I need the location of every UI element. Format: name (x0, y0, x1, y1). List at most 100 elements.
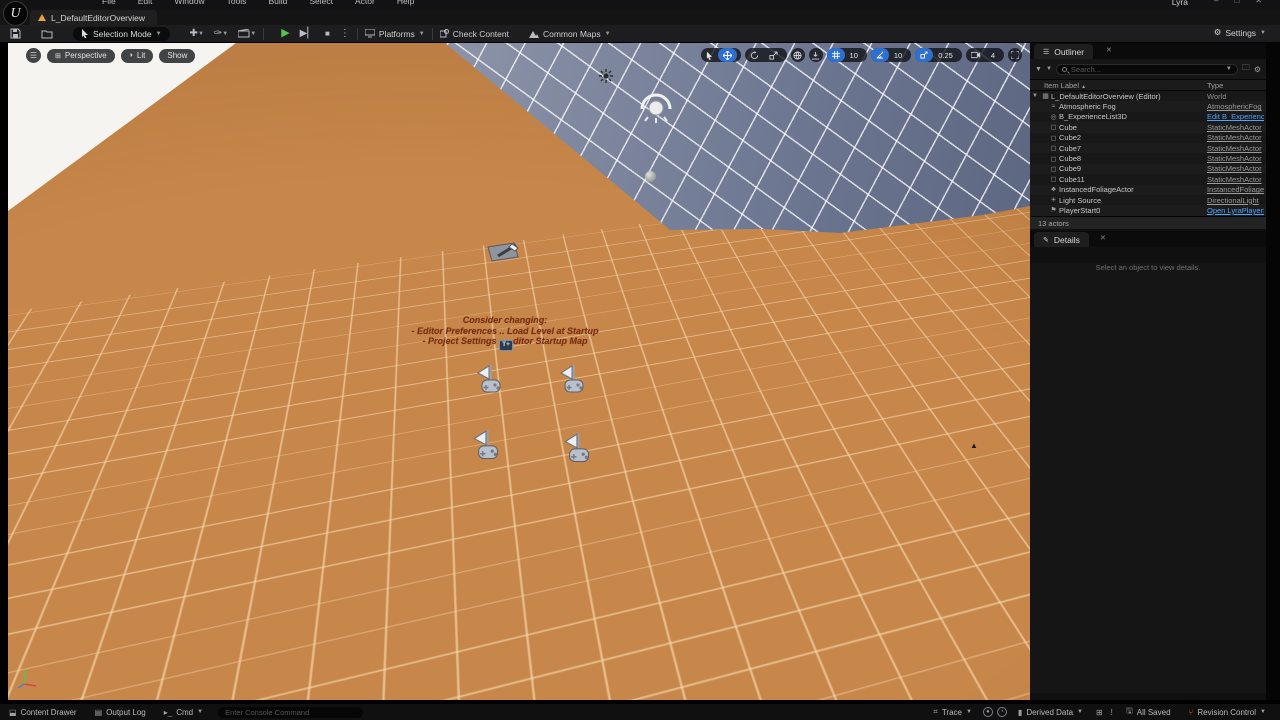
actor-type-link[interactable]: StaticMeshActor (1207, 144, 1264, 153)
actor-type-link[interactable]: InstancedFoliageActor (1207, 185, 1264, 194)
save-icon[interactable] (10, 28, 21, 39)
fps-indicator-icon[interactable]: ◔ (997, 707, 1007, 717)
blueprints-icon[interactable]: ✑▼ (214, 29, 228, 39)
outliner-row[interactable]: ◻Cube9StaticMeshActor (1030, 164, 1266, 174)
expander-icon[interactable]: ▼ (1030, 93, 1040, 99)
close-button[interactable]: ✕ (1255, 0, 1262, 5)
multiplayer-options-button[interactable]: ⋮ (340, 29, 350, 39)
sphere-reflection-capture-icon[interactable] (645, 171, 656, 182)
tab-details[interactable]: ✎ Details (1034, 232, 1089, 247)
camera-speed-icon[interactable] (966, 48, 986, 62)
outliner-search-input[interactable]: Search... ▼ (1056, 64, 1238, 75)
menu-item-edit[interactable]: Edit (138, 0, 153, 6)
cinematics-icon[interactable]: ▼ (238, 29, 256, 38)
add-actor-icon[interactable]: ✚▼ (190, 29, 204, 39)
common-maps-dropdown[interactable]: Common Maps▼ (529, 29, 611, 39)
notifications-icon[interactable]: ! (1111, 708, 1113, 717)
outliner-row[interactable]: ≈Atmospheric FogAtmosphericFog (1030, 101, 1266, 111)
derived-data-dropdown[interactable]: ▮ Derived Data▼ (1009, 708, 1092, 717)
outliner-settings-icon[interactable]: ⚙ (1254, 65, 1261, 74)
actor-type-link[interactable]: DirectionalLight (1207, 196, 1264, 205)
rotation-snap-control[interactable]: 10 (871, 48, 911, 62)
outliner-row[interactable]: ◻Cube8StaticMeshActor (1030, 153, 1266, 163)
console-command-input[interactable]: Enter Console Command (218, 707, 363, 718)
outliner-row[interactable]: ⚑PlayerStart0Open LyraPlayerStart (1030, 205, 1266, 215)
outliner-row[interactable]: ▼▦L_DefaultEditorOverview (Editor)World (1030, 91, 1266, 101)
menu-item-window[interactable]: Window (174, 0, 204, 6)
revision-control-dropdown[interactable]: ⑂ Revision Control▼ (1180, 708, 1280, 717)
world-local-toggle-icon[interactable] (791, 48, 805, 62)
note-actor-icon[interactable] (486, 241, 524, 265)
player-start-icon[interactable] (562, 431, 592, 469)
memory-icon[interactable]: ⊞ (1096, 708, 1103, 717)
perspective-dropdown[interactable]: ⊞ Perspective (47, 49, 115, 63)
column-item-label[interactable]: Item Label ▲ (1044, 81, 1086, 90)
outliner-row[interactable]: ◻Cube11StaticMeshActor (1030, 174, 1266, 184)
new-folder-icon[interactable]: 🗀 (1242, 62, 1250, 76)
scale-snap-icon[interactable] (915, 48, 933, 62)
outliner-row[interactable]: ☀Light SourceDirectionalLight (1030, 195, 1266, 205)
platforms-dropdown[interactable]: Platforms▼ (365, 29, 425, 39)
rotate-scale-tools[interactable] (745, 48, 787, 62)
text-render-icon[interactable]: T+ (499, 340, 513, 351)
actor-type-link[interactable]: StaticMeshActor (1207, 123, 1264, 132)
directional-light-icon[interactable] (599, 69, 613, 83)
minimize-button[interactable]: – (1214, 0, 1218, 5)
output-log-button[interactable]: ▤ Output Log (86, 704, 155, 720)
show-dropdown[interactable]: Show (159, 49, 195, 63)
trace-dropdown[interactable]: ⌗ Trace▼ (924, 707, 981, 717)
scale-snap-control[interactable]: 0.25 (915, 48, 962, 62)
outliner-row[interactable]: ◎B_ExperienceList3DEdit B_ExperienceList… (1030, 112, 1266, 122)
viewport-3d[interactable]: ☰ ⊞ Perspective ◑ Lit Show (8, 43, 1030, 700)
menu-item-actor[interactable]: Actor (355, 0, 375, 6)
actor-type-link[interactable]: AtmosphericFog (1207, 102, 1264, 111)
content-browser-icon[interactable] (41, 29, 53, 39)
filter-icon[interactable]: ▼ (1035, 66, 1042, 73)
lit-dropdown[interactable]: ◑ Lit (121, 49, 154, 63)
insights-icon[interactable]: ● (983, 707, 993, 717)
surface-snapping-icon[interactable] (809, 48, 823, 62)
menu-item-file[interactable]: File (102, 0, 116, 6)
content-drawer-button[interactable]: ⬓ Content Drawer (0, 704, 86, 720)
actor-type-link[interactable]: StaticMeshActor (1207, 175, 1264, 184)
outliner-row[interactable]: ◻CubeStaticMeshActor (1030, 122, 1266, 132)
all-saved-button[interactable]: 🖫 All Saved (1117, 705, 1180, 719)
camera-speed-value[interactable]: 4 (986, 51, 1000, 60)
menu-item-tools[interactable]: Tools (227, 0, 247, 6)
scale-tool-icon[interactable] (764, 48, 783, 62)
outliner-row[interactable]: ◻Cube2StaticMeshActor (1030, 133, 1266, 143)
rotation-snap-icon[interactable] (871, 48, 889, 62)
cmd-dropdown[interactable]: ▸_ Cmd▼ (155, 704, 212, 720)
actor-type-link[interactable]: StaticMeshActor (1207, 164, 1264, 173)
play-button[interactable]: ▶ (281, 28, 289, 39)
camera-speed-control[interactable]: 4 (966, 48, 1004, 62)
selection-mode-dropdown[interactable]: Selection Mode▼ (73, 27, 170, 41)
scale-snap-value[interactable]: 0.25 (933, 51, 958, 60)
outliner-row[interactable]: ♣InstancedFoliageActorInstancedFoliageAc… (1030, 185, 1266, 195)
viewport-menu-icon[interactable]: ☰ (26, 48, 41, 63)
close-icon[interactable]: ✕ (1100, 234, 1106, 242)
actor-type-link[interactable]: Open LyraPlayerStart (1207, 206, 1264, 215)
grid-snap-control[interactable]: 10 (827, 48, 867, 62)
column-type[interactable]: Type (1207, 81, 1223, 90)
menu-item-help[interactable]: Help (397, 0, 414, 6)
transform-tools[interactable] (701, 48, 741, 62)
maximize-viewport-icon[interactable] (1008, 48, 1022, 62)
player-start-icon[interactable] (475, 363, 505, 401)
select-tool-icon[interactable] (701, 48, 718, 62)
grid-snap-value[interactable]: 10 (845, 51, 863, 60)
close-icon[interactable]: ✕ (1106, 46, 1112, 54)
frame-skip-button[interactable]: ▶▏ (300, 29, 315, 39)
rotate-tool-icon[interactable] (745, 48, 764, 62)
settings-dropdown[interactable]: ⚙ Settings▼ (1214, 27, 1266, 38)
player-start-icon[interactable] (558, 363, 588, 401)
move-tool-icon[interactable] (718, 48, 737, 62)
sky-light-icon[interactable] (636, 87, 676, 123)
stop-button[interactable]: ■ (325, 30, 330, 38)
unreal-logo-icon[interactable]: U (3, 1, 28, 26)
player-start-icon[interactable] (471, 428, 501, 466)
check-content-button[interactable]: Check Content (440, 29, 509, 39)
outliner-row[interactable]: ◻Cube7StaticMeshActor (1030, 143, 1266, 153)
grid-snap-icon[interactable] (827, 48, 845, 62)
menu-item-build[interactable]: Build (268, 0, 287, 6)
